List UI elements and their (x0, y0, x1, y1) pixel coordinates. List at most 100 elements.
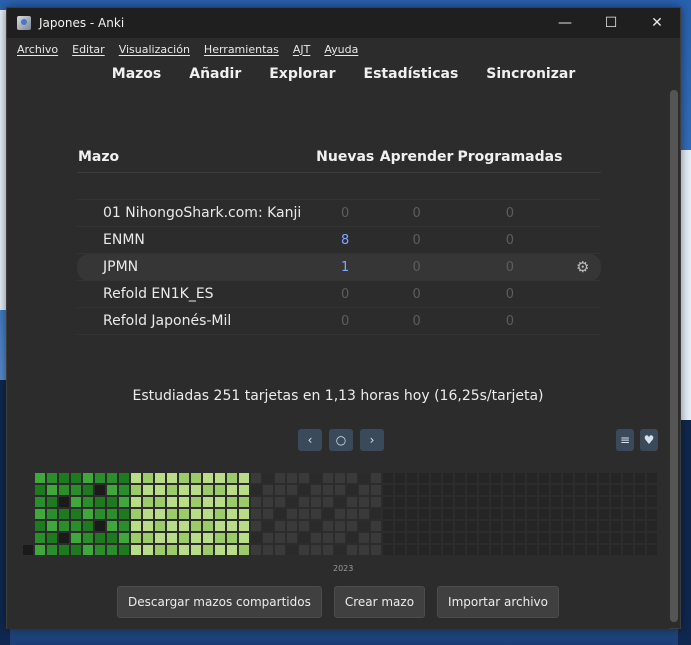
heatmap-day-cell[interactable] (635, 485, 645, 495)
heatmap-day-cell[interactable] (647, 545, 657, 555)
heatmap-day-cell[interactable] (227, 533, 237, 543)
heatmap-day-cell[interactable] (155, 473, 165, 483)
heatmap-day-cell[interactable] (611, 473, 621, 483)
heatmap-day-cell[interactable] (323, 485, 333, 495)
heatmap-day-cell[interactable] (275, 521, 285, 531)
heatmap-day-cell[interactable] (323, 545, 333, 555)
heatmap-day-cell[interactable] (347, 545, 357, 555)
heatmap-day-cell[interactable] (119, 473, 129, 483)
heatmap-day-cell[interactable] (491, 521, 501, 531)
heatmap-day-cell[interactable] (287, 545, 297, 555)
heatmap-day-cell[interactable] (107, 509, 117, 519)
heatmap-day-cell[interactable] (503, 545, 513, 555)
heatmap-day-cell[interactable] (323, 509, 333, 519)
heatmap-day-cell[interactable] (179, 533, 189, 543)
heatmap-day-cell[interactable] (95, 473, 105, 483)
heatmap-day-cell[interactable] (239, 485, 249, 495)
heatmap-day-cell[interactable] (635, 473, 645, 483)
deck-name[interactable]: 01 NihongoShark.com: Kanji (77, 199, 313, 227)
heatmap-day-cell[interactable] (131, 485, 141, 495)
heatmap-day-cell[interactable] (647, 473, 657, 483)
heatmap-day-cell[interactable] (371, 485, 381, 495)
heatmap-day-cell[interactable] (551, 521, 561, 531)
heatmap-day-cell[interactable] (215, 521, 225, 531)
deck-row[interactable]: Refold Japonés-Mil 0 0 0 (77, 307, 601, 335)
heatmap-day-cell[interactable] (335, 545, 345, 555)
menu-herramientas[interactable]: Herramientas (204, 43, 279, 56)
heatmap-day-cell[interactable] (527, 497, 537, 507)
heatmap-day-cell[interactable] (635, 521, 645, 531)
heatmap-day-cell[interactable] (371, 497, 381, 507)
heatmap-day-cell[interactable] (563, 485, 573, 495)
heatmap-day-cell[interactable] (311, 545, 321, 555)
heatmap-day-cell[interactable] (71, 545, 81, 555)
heatmap-day-cell[interactable] (347, 521, 357, 531)
heatmap-day-cell[interactable] (167, 545, 177, 555)
heatmap-day-cell[interactable] (71, 473, 81, 483)
heatmap-day-cell[interactable] (299, 521, 309, 531)
heatmap-day-cell[interactable] (575, 497, 585, 507)
heatmap-day-cell[interactable] (23, 545, 33, 555)
heatmap-day-cell[interactable] (587, 545, 597, 555)
heatmap-day-cell[interactable] (359, 485, 369, 495)
heatmap-day-cell[interactable] (551, 485, 561, 495)
heatmap-day-cell[interactable] (215, 533, 225, 543)
deck-name[interactable]: JPMN (77, 253, 313, 281)
heatmap-day-cell[interactable] (311, 473, 321, 483)
heatmap-day-cell[interactable] (335, 497, 345, 507)
heatmap-day-cell[interactable] (323, 521, 333, 531)
heatmap-day-cell[interactable] (587, 473, 597, 483)
heatmap-day-cell[interactable] (563, 533, 573, 543)
deck-name[interactable]: Refold EN1K_ES (77, 280, 313, 308)
heatmap-day-cell[interactable] (311, 497, 321, 507)
heatmap-day-cell[interactable] (203, 473, 213, 483)
heatmap-day-cell[interactable] (467, 509, 477, 519)
heatmap-day-cell[interactable] (359, 473, 369, 483)
heatmap-day-cell[interactable] (275, 497, 285, 507)
heatmap-day-cell[interactable] (611, 533, 621, 543)
heatmap-day-cell[interactable] (167, 509, 177, 519)
heatmap-day-cell[interactable] (443, 485, 453, 495)
heatmap-day-cell[interactable] (83, 545, 93, 555)
heatmap-day-cell[interactable] (143, 509, 153, 519)
heatmap-day-cell[interactable] (59, 509, 69, 519)
heatmap-day-cell[interactable] (419, 497, 429, 507)
heatmap-next-button[interactable]: › (360, 429, 384, 451)
heatmap-day-cell[interactable] (443, 533, 453, 543)
heatmap-day-cell[interactable] (503, 473, 513, 483)
heatmap-day-cell[interactable] (263, 509, 273, 519)
heatmap-day-cell[interactable] (251, 473, 261, 483)
heatmap-day-cell[interactable] (623, 521, 633, 531)
heatmap-day-cell[interactable] (635, 545, 645, 555)
heatmap-day-cell[interactable] (251, 533, 261, 543)
heatmap-day-cell[interactable] (479, 485, 489, 495)
heatmap-day-cell[interactable] (215, 473, 225, 483)
heatmap-day-cell[interactable] (599, 485, 609, 495)
heatmap-day-cell[interactable] (407, 497, 417, 507)
heatmap-day-cell[interactable] (491, 533, 501, 543)
heatmap-day-cell[interactable] (443, 521, 453, 531)
heatmap-day-cell[interactable] (383, 473, 393, 483)
heatmap-day-cell[interactable] (287, 521, 297, 531)
heatmap-day-cell[interactable] (215, 545, 225, 555)
heatmap-day-cell[interactable] (623, 509, 633, 519)
heatmap-day-cell[interactable] (563, 497, 573, 507)
heatmap-day-cell[interactable] (155, 521, 165, 531)
heatmap-day-cell[interactable] (107, 485, 117, 495)
heatmap-day-cell[interactable] (395, 545, 405, 555)
heatmap-day-cell[interactable] (479, 509, 489, 519)
heatmap-day-cell[interactable] (515, 509, 525, 519)
heatmap-day-cell[interactable] (455, 533, 465, 543)
toolbar-browse[interactable]: Explorar (269, 66, 335, 82)
deck-name[interactable]: Refold Japonés-Mil (77, 307, 313, 335)
import-file-button[interactable]: Importar archivo (437, 586, 559, 618)
heatmap-day-cell[interactable] (539, 473, 549, 483)
heatmap-day-cell[interactable] (95, 497, 105, 507)
heatmap-day-cell[interactable] (455, 485, 465, 495)
heatmap-day-cell[interactable] (311, 509, 321, 519)
heatmap-day-cell[interactable] (431, 473, 441, 483)
heatmap-day-cell[interactable] (419, 485, 429, 495)
heatmap-day-cell[interactable] (335, 473, 345, 483)
heatmap-day-cell[interactable] (479, 533, 489, 543)
heatmap-day-cell[interactable] (215, 497, 225, 507)
